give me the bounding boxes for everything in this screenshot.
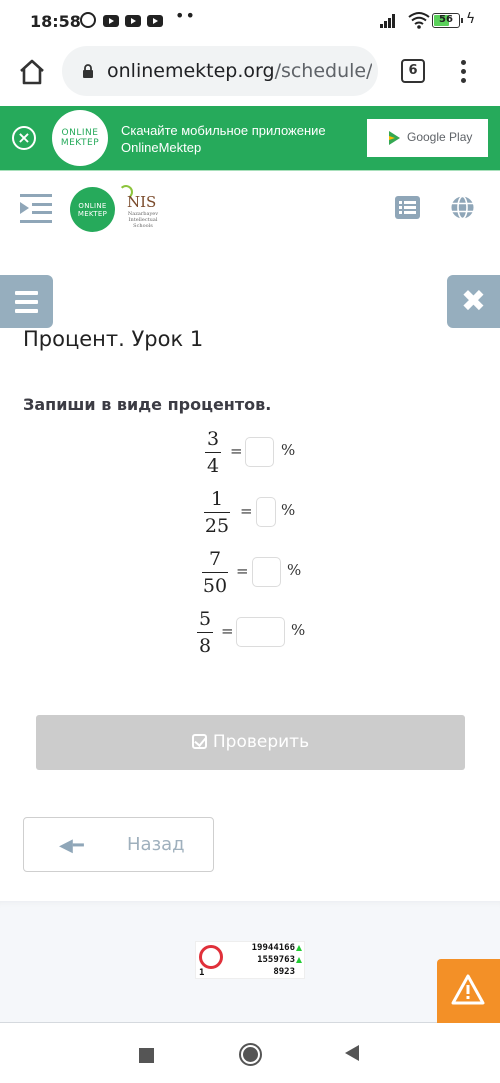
answer-input[interactable]: [252, 557, 281, 587]
check-answers-button[interactable]: Проверить: [36, 715, 465, 770]
globe-icon[interactable]: [450, 195, 475, 220]
arrow-left-icon: ◀━: [59, 835, 84, 856]
fraction: 34: [205, 428, 221, 477]
browser-toolbar: onlinemektep.org/schedule/( 6: [0, 44, 500, 106]
wifi-icon: [408, 12, 430, 29]
lesson-menu-button[interactable]: [0, 275, 53, 328]
google-play-button[interactable]: Google Play: [367, 119, 488, 157]
youtube-icon: [147, 15, 163, 27]
alarm-icon: [80, 12, 96, 28]
lesson-title: Процент. Урок 1: [23, 327, 204, 351]
report-problem-button[interactable]: [437, 959, 500, 1023]
nis-logo: NIS Nazarbayev Intellectual Schools: [117, 185, 162, 231]
tab-switcher-button[interactable]: 6: [401, 59, 425, 83]
app-download-banner: × ONLINE MEKTEP Скачайте мобильное прило…: [0, 106, 500, 170]
fraction: 58: [197, 608, 213, 657]
status-time: 18:58: [30, 12, 81, 31]
home-button-icon[interactable]: [239, 1043, 262, 1066]
answer-input[interactable]: [236, 617, 285, 647]
home-icon[interactable]: [18, 58, 46, 86]
trend-up-icon: [296, 945, 302, 951]
url-text[interactable]: onlinemektep.org/schedule/(: [107, 60, 372, 82]
back-button[interactable]: ◀━ Назад: [23, 817, 214, 872]
more-notifications-icon: ••: [175, 6, 196, 25]
back-nav-icon[interactable]: [345, 1045, 359, 1061]
signal-icon: [380, 14, 400, 28]
recent-apps-icon[interactable]: [139, 1048, 154, 1063]
fraction: 1 25: [204, 488, 230, 537]
answer-input[interactable]: [256, 497, 276, 527]
banner-text: Скачайте мобильное приложение OnlineMekt…: [121, 123, 326, 155]
status-bar: 18:58 •• 56 ϟ: [0, 0, 500, 44]
banner-close-button[interactable]: ×: [12, 126, 36, 150]
counter-logo-icon: [199, 945, 223, 969]
equation-row: 58 = %: [197, 608, 306, 657]
google-play-icon: [389, 131, 400, 145]
equation-row: 34 = %: [205, 428, 296, 477]
site-header: ONLINE MEKTEP NIS Nazarbayev Intellectua…: [0, 171, 500, 241]
trend-up-icon: [296, 957, 302, 963]
onlinemektep-logo: ONLINE MEKTEP: [52, 110, 108, 166]
equation-row: 1 25 = %: [204, 488, 296, 537]
system-navigation-bar: [0, 1023, 500, 1083]
task-prompt: Запиши в виде процентов.: [23, 395, 272, 414]
visitor-counter[interactable]: 1 19944166 1559763 8923: [195, 941, 305, 979]
close-lesson-button[interactable]: ✖: [447, 275, 500, 328]
youtube-icon: [125, 15, 141, 27]
fraction: 7 50: [202, 548, 228, 597]
equation-row: 7 50 = %: [202, 548, 302, 597]
schedule-list-icon[interactable]: [395, 196, 420, 219]
address-bar[interactable]: onlinemektep.org/schedule/(: [62, 46, 378, 96]
youtube-icon: [103, 15, 119, 27]
charging-icon: ϟ: [466, 11, 476, 27]
battery-icon: 56: [432, 13, 460, 28]
warning-icon: [451, 974, 485, 1005]
sidebar-toggle-icon[interactable]: [20, 194, 52, 223]
page-footer: 1 19944166 1559763 8923: [0, 901, 500, 1023]
onlinemektep-logo[interactable]: ONLINE MEKTEP: [70, 187, 115, 232]
checkbox-icon: [191, 734, 207, 749]
answer-input[interactable]: [245, 437, 274, 467]
browser-menu-icon[interactable]: [458, 58, 470, 86]
lock-icon: [83, 64, 93, 78]
